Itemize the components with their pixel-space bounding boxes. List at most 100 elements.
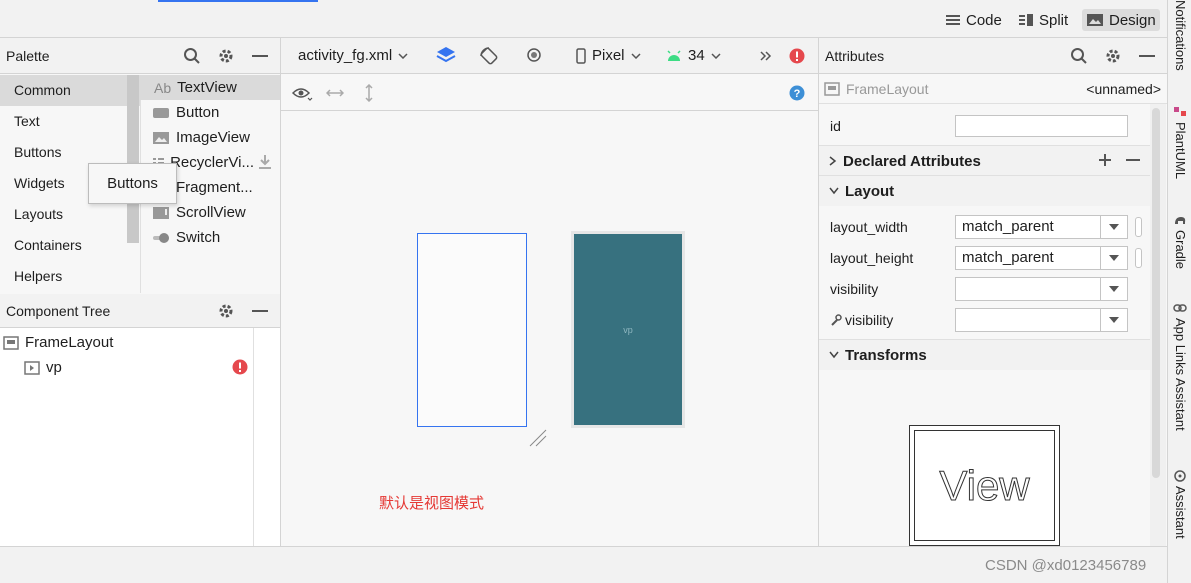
tree-node-label: FrameLayout (25, 334, 114, 351)
palette-item-label: Button (176, 104, 220, 121)
gradle-tab[interactable]: Gradle (1173, 230, 1188, 269)
id-row: id (819, 110, 1150, 141)
split-mode-label: Split (1039, 11, 1069, 29)
tree-gear-icon[interactable] (217, 302, 235, 320)
category-tooltip: Buttons (88, 163, 177, 204)
download-icon[interactable] (258, 154, 272, 170)
file-name: activity_fg.xml (298, 47, 393, 64)
chevron-down-icon (630, 52, 641, 59)
layout-height-label: layout_height (830, 249, 914, 266)
chevron-down-icon (829, 351, 839, 359)
layout-height-combo[interactable]: match_parent (955, 245, 1128, 270)
help-icon[interactable]: ? (789, 85, 805, 101)
active-tab-indicator (158, 0, 318, 2)
tree-divider (253, 328, 254, 546)
dropdown-arrow-icon[interactable] (1100, 215, 1127, 238)
rotate-icon[interactable] (479, 46, 499, 66)
switch-icon (153, 232, 169, 243)
app-links-assistant-tab[interactable]: App Links Assistant (1173, 318, 1188, 431)
visibility-combo[interactable] (955, 276, 1128, 301)
transforms-section[interactable]: Transforms (819, 339, 1150, 370)
image-icon (153, 131, 169, 144)
tools-visibility-label: visibility (845, 311, 894, 328)
palette-item-imageview[interactable]: ImageView (152, 125, 280, 150)
remove-icon[interactable] (1126, 159, 1140, 162)
resource-picker[interactable] (1135, 216, 1142, 237)
id-field[interactable] (955, 114, 1128, 137)
code-mode-button[interactable]: Code (941, 9, 1006, 31)
resize-handle-icon[interactable] (528, 428, 548, 448)
layout-width-value: match_parent (962, 218, 1054, 235)
attr-minimize-icon[interactable] (1139, 55, 1155, 58)
device-selector[interactable]: Pixel (576, 47, 641, 64)
component-tree-header: Component Tree (0, 294, 280, 328)
theme-icon[interactable] (525, 46, 545, 66)
vertical-resize-icon[interactable] (363, 84, 375, 102)
tree-node-label: vp (46, 359, 62, 376)
palette-item-button[interactable]: Button (152, 100, 280, 125)
category-scrollbar[interactable] (127, 75, 139, 243)
more-icon[interactable] (760, 51, 772, 61)
chevron-down-icon (398, 52, 408, 59)
palette-category-text[interactable]: Text (0, 106, 140, 137)
dropdown-arrow-icon[interactable] (1100, 277, 1127, 300)
id-label: id (830, 117, 841, 134)
chevron-down-icon (829, 187, 839, 195)
framelayout-icon (824, 81, 840, 96)
add-icon[interactable] (1098, 153, 1112, 167)
component-tree-title: Component Tree (6, 302, 111, 319)
palette-item-label: ImageView (176, 129, 250, 146)
tools-visibility-combo[interactable] (955, 307, 1128, 332)
device-name: Pixel (592, 47, 625, 64)
tree-minimize-icon[interactable] (252, 310, 268, 313)
android-icon (667, 49, 681, 61)
dropdown-arrow-icon[interactable] (1100, 246, 1127, 269)
chevron-down-icon (711, 52, 721, 59)
palette-category-helpers[interactable]: Helpers (0, 261, 140, 292)
eye-icon[interactable] (292, 86, 314, 102)
error-icon[interactable] (232, 359, 248, 375)
minimize-icon[interactable] (252, 55, 268, 58)
dropdown-arrow-icon[interactable] (1100, 308, 1127, 331)
design-image-icon (1087, 14, 1103, 26)
layout-height-row: layout_height match_parent (819, 242, 1150, 273)
palette-category-common[interactable]: Common (0, 75, 140, 106)
design-mode-button[interactable]: Design (1082, 9, 1160, 31)
tree-node-framelayout[interactable]: FrameLayout (0, 330, 253, 355)
tree-node-vp[interactable]: vp (0, 355, 253, 380)
watermark: CSDN @xd0123456789 (985, 557, 1147, 574)
api-level: 34 (688, 47, 705, 64)
textview-icon: Ab (154, 79, 172, 96)
horizontal-resize-icon[interactable] (326, 87, 344, 99)
search-icon[interactable] (183, 47, 201, 65)
attr-search-icon[interactable] (1070, 47, 1088, 65)
file-selector[interactable]: activity_fg.xml (298, 47, 408, 64)
layout-width-combo[interactable]: match_parent (955, 214, 1128, 239)
render-error-icon[interactable] (789, 48, 805, 64)
palette-item-switch[interactable]: Switch (152, 225, 280, 250)
attributes-scrollbar[interactable] (1152, 108, 1160, 478)
split-icon (1019, 14, 1033, 26)
declared-attributes-label: Declared Attributes (843, 152, 981, 170)
plantuml-tab[interactable]: PlantUML (1173, 122, 1188, 179)
transform-preview-label: View (914, 430, 1055, 541)
transform-preview: View (909, 425, 1060, 546)
editor-secondary-toolbar (281, 74, 818, 111)
viewpager-icon (24, 360, 40, 375)
blueprint-surface[interactable]: vp (574, 234, 682, 425)
split-mode-button[interactable]: Split (1014, 9, 1072, 31)
layers-icon[interactable] (435, 45, 457, 67)
gear-icon[interactable] (217, 47, 235, 65)
palette-item-textview[interactable]: Ab TextView (140, 75, 280, 100)
notifications-tab[interactable]: Notifications (1173, 0, 1188, 71)
layout-section[interactable]: Layout (819, 175, 1150, 206)
framelayout-icon (3, 335, 19, 350)
design-surface[interactable] (417, 233, 527, 427)
assistant-tab[interactable]: Assistant (1173, 486, 1188, 539)
attr-gear-icon[interactable] (1104, 47, 1122, 65)
palette-title: Palette (6, 47, 50, 64)
palette-category-containers[interactable]: Containers (0, 230, 140, 261)
resource-picker[interactable] (1135, 247, 1142, 268)
api-selector[interactable]: 34 (666, 47, 721, 64)
attributes-panel: Attributes FrameLayout <unnamed> id Decl… (818, 38, 1167, 546)
